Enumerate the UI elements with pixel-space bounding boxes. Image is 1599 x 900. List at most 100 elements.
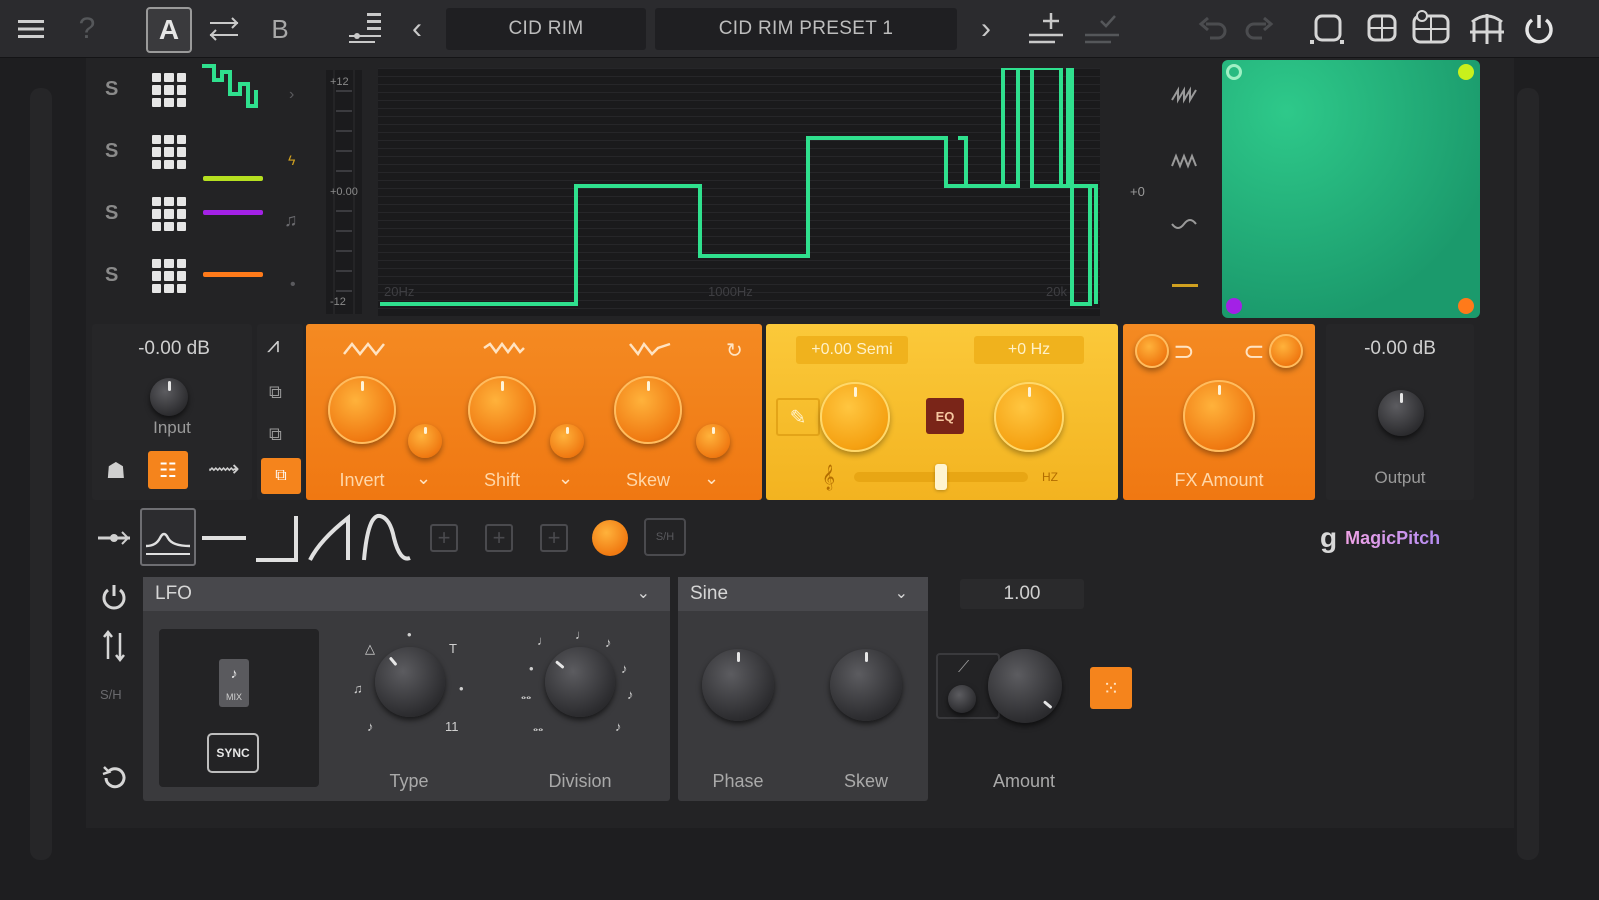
shape-envelope-button[interactable] xyxy=(140,508,196,566)
hz-knob[interactable] xyxy=(994,382,1064,452)
amount-grid-button[interactable]: ⁙ xyxy=(1090,667,1132,709)
next-preset-button[interactable]: › xyxy=(974,10,998,48)
undo-icon[interactable] xyxy=(1196,12,1230,46)
eq-button[interactable]: EQ xyxy=(926,398,964,434)
route-one-icon[interactable]: ⧉ xyxy=(269,382,282,403)
solo-button-3[interactable]: S xyxy=(105,202,118,225)
modulator-line-lime[interactable] xyxy=(203,176,263,181)
help-button[interactable]: ? xyxy=(72,10,102,48)
invert-mod-knob[interactable] xyxy=(408,424,442,458)
preset-b-button[interactable]: B xyxy=(264,10,296,48)
semitone-value[interactable]: +0.00 Semi xyxy=(796,336,908,364)
square-shape-icon[interactable] xyxy=(254,510,302,566)
music-note-icon[interactable]: ♫ xyxy=(284,210,298,231)
add-slot-2-button[interactable]: + xyxy=(485,524,513,552)
lfo-reset-icon[interactable] xyxy=(100,763,130,793)
add-slot-1-button[interactable]: + xyxy=(430,524,458,552)
mix-toggle[interactable]: ♪ MIX xyxy=(219,659,249,707)
step-modulator-preview-icon[interactable] xyxy=(200,62,262,120)
saw-wave-icon[interactable] xyxy=(1170,86,1200,106)
solo-button-1[interactable]: S xyxy=(105,78,118,101)
input-gain-value[interactable]: -0.00 dB xyxy=(114,334,234,364)
add-slot-3-button[interactable]: + xyxy=(540,524,568,552)
grid-icon[interactable] xyxy=(152,197,186,231)
pitch-step-graph[interactable]: 20Hz 1000Hz 20k xyxy=(378,68,1100,316)
saw-shape-icon[interactable] xyxy=(308,510,358,566)
prev-preset-button[interactable]: ‹ xyxy=(405,10,429,48)
preset-list-icon[interactable] xyxy=(344,8,386,50)
lfo-direction-icon[interactable] xyxy=(102,629,126,663)
hamburger-icon[interactable] xyxy=(14,12,48,46)
save-preset-icon[interactable] xyxy=(1024,8,1068,50)
solo-button-2[interactable]: S xyxy=(105,140,118,163)
modulator-line-purple[interactable] xyxy=(203,210,263,215)
lfo-amount-knob[interactable] xyxy=(988,649,1062,723)
sync-button[interactable]: SYNC xyxy=(207,733,259,773)
modulator-line-orange[interactable] xyxy=(203,272,263,277)
hz-value[interactable]: +0 Hz xyxy=(974,336,1084,364)
mode-bypass-icon[interactable]: ⟿ xyxy=(208,456,240,482)
lfo-phase-knob[interactable] xyxy=(702,649,774,721)
lfo-power-icon[interactable] xyxy=(100,583,128,611)
sine-shape-icon[interactable] xyxy=(362,510,414,566)
invert-knob[interactable] xyxy=(328,376,396,444)
grid-icon[interactable] xyxy=(152,135,186,169)
lfo-skew-knob[interactable] xyxy=(830,649,902,721)
flat-shape-icon[interactable] xyxy=(200,510,248,566)
shift-knob[interactable] xyxy=(468,376,536,444)
chevron-right-icon[interactable]: › xyxy=(289,86,294,104)
grid-view-icon[interactable] xyxy=(1362,8,1402,50)
semitone-knob[interactable] xyxy=(820,382,890,452)
record-dot-button[interactable] xyxy=(592,520,628,556)
grid-icon[interactable] xyxy=(152,259,186,293)
output-gain-value[interactable]: -0.00 dB xyxy=(1340,334,1460,364)
tuning-slider-thumb[interactable] xyxy=(935,464,947,490)
xy-corner-bottom-left[interactable] xyxy=(1226,298,1242,314)
output-gain-knob[interactable] xyxy=(1378,390,1424,436)
chevron-down-icon[interactable]: ⌄ xyxy=(416,468,431,489)
xy-corner-bottom-right[interactable] xyxy=(1458,298,1474,314)
connect-icon[interactable] xyxy=(96,510,132,566)
skew-knob[interactable] xyxy=(614,376,682,444)
xy-corner-top-left[interactable] xyxy=(1226,64,1242,80)
preset-a-button[interactable]: A xyxy=(146,7,192,53)
lfo-shape-dropdown[interactable]: Sine ⌄ xyxy=(678,577,928,611)
shift-mod-knob[interactable] xyxy=(550,424,584,458)
flat-wave-icon[interactable] xyxy=(1172,284,1198,287)
chevron-down-icon[interactable]: ⌄ xyxy=(704,468,719,489)
xy-corner-top-right[interactable] xyxy=(1458,64,1474,80)
preset-name-field[interactable]: CID RIM PRESET 1 xyxy=(655,8,957,50)
redo-icon[interactable] xyxy=(1242,12,1276,46)
power-icon[interactable] xyxy=(1520,10,1558,48)
solo-button-4[interactable]: S xyxy=(105,264,118,287)
window-size-icon[interactable] xyxy=(1306,8,1348,50)
sample-hold-button[interactable]: S/H xyxy=(644,518,686,556)
routing-icon[interactable] xyxy=(1464,6,1510,52)
left-scroll-rail[interactable] xyxy=(30,88,52,860)
lfo-division-knob[interactable] xyxy=(545,647,615,717)
grid-icon[interactable] xyxy=(152,73,186,107)
pencil-button[interactable]: ✎ xyxy=(776,398,820,436)
dot-icon[interactable]: • xyxy=(290,276,296,294)
fx-right-mini-knob[interactable] xyxy=(1269,334,1303,368)
right-scroll-rail[interactable] xyxy=(1517,88,1539,860)
smooth-wave-icon[interactable] xyxy=(1170,216,1200,236)
mode-active-button[interactable]: ☷ xyxy=(148,451,188,489)
confirm-preset-icon[interactable] xyxy=(1080,8,1124,50)
lfo-sh-label[interactable]: S/H xyxy=(100,687,122,702)
multi-view-icon[interactable] xyxy=(1406,6,1456,50)
skew-mod-knob[interactable] xyxy=(696,424,730,458)
lfo-type-dropdown[interactable]: LFO ⌄ xyxy=(143,577,670,611)
lfo-amount-value[interactable]: 1.00 xyxy=(960,579,1084,609)
mode-vintage-icon[interactable]: ☗ xyxy=(106,458,126,484)
route-active-button[interactable]: ⧉ xyxy=(261,458,301,494)
xy-pad[interactable] xyxy=(1222,60,1480,318)
chevron-down-icon[interactable]: ⌄ xyxy=(558,468,573,489)
step-curve[interactable] xyxy=(378,68,1100,316)
envelope-icon[interactable]: ⩘ xyxy=(267,332,279,358)
lfo-type-knob[interactable] xyxy=(375,647,445,717)
lock-small-icon[interactable]: ϟ xyxy=(288,152,295,168)
fx-amount-knob[interactable] xyxy=(1183,380,1255,452)
amount-mini-knob[interactable] xyxy=(948,685,976,713)
input-gain-knob[interactable] xyxy=(150,378,188,416)
